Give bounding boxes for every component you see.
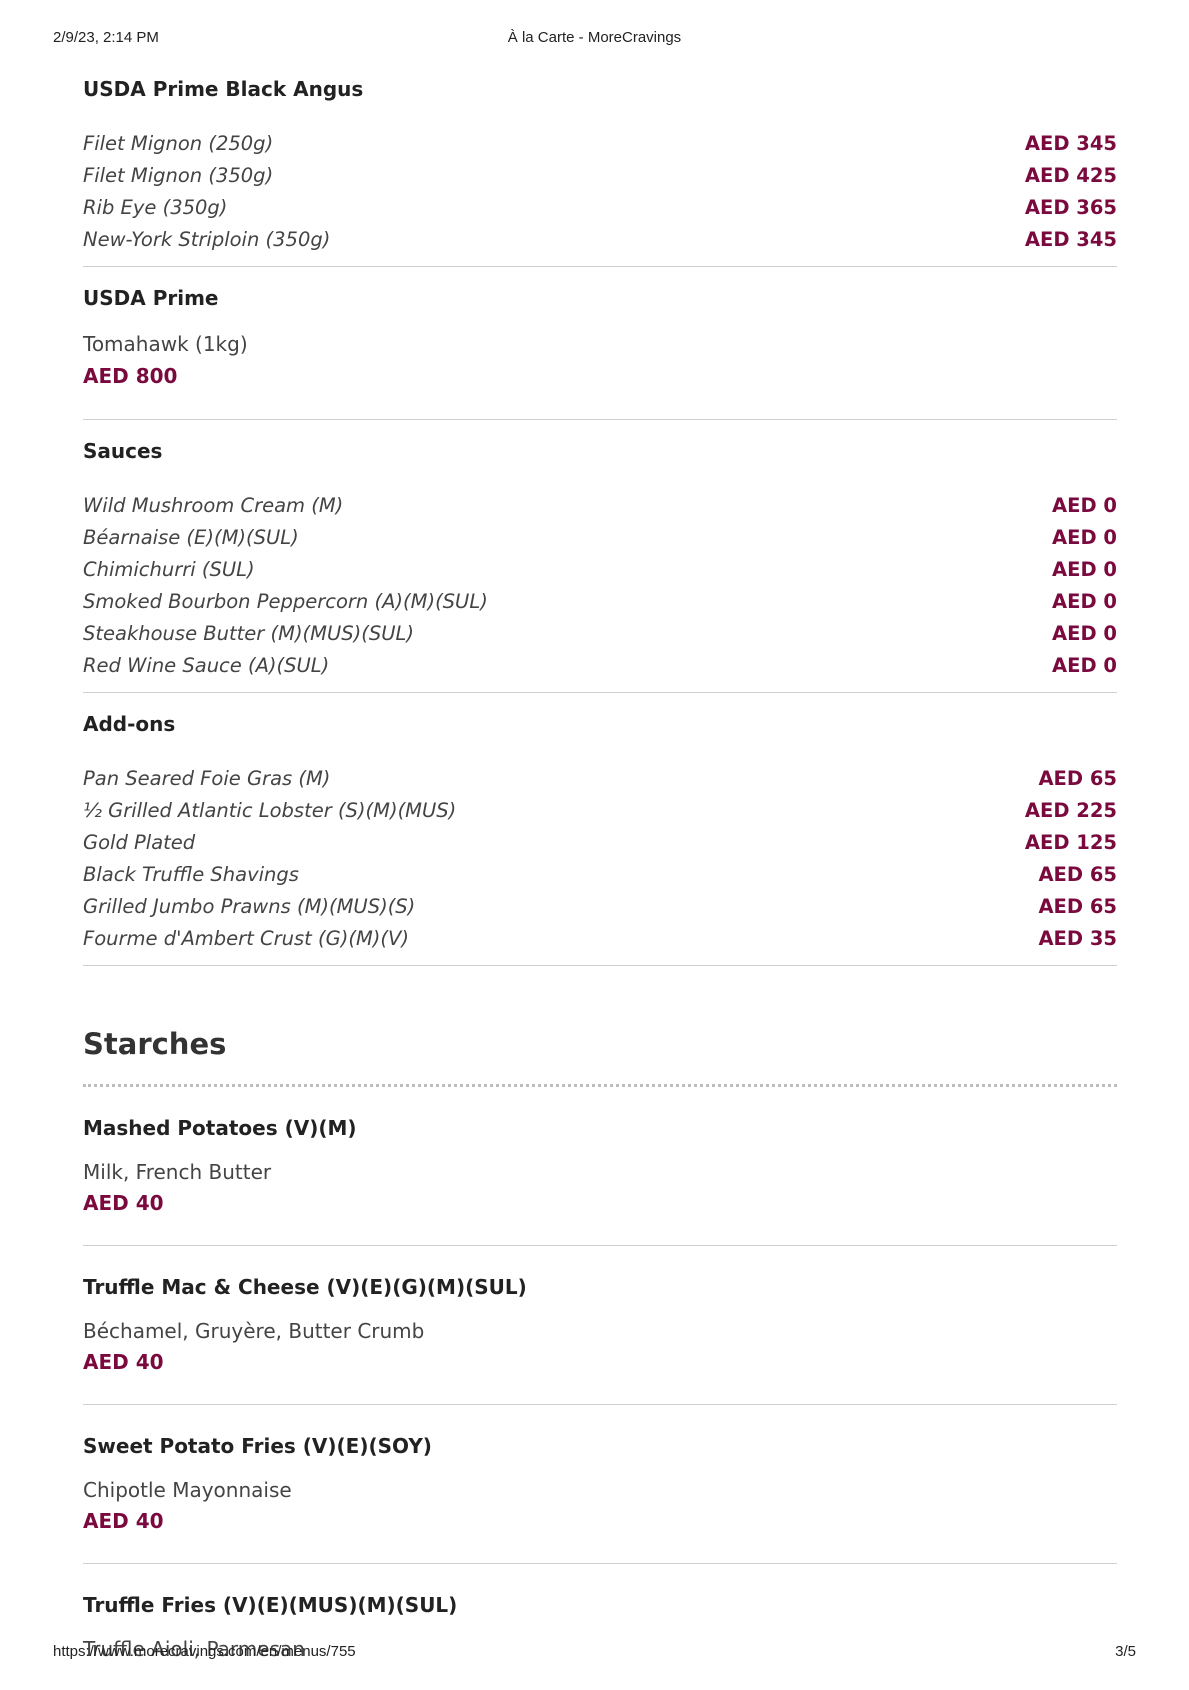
dish-description: Béchamel, Gruyère, Butter Crumb	[83, 1319, 425, 1343]
menu-item: Grilled Jumbo Prawns (M)(MUS)(S) AED 65	[83, 891, 1117, 923]
menu-item: Filet Mignon (250g) AED 345	[83, 128, 1117, 160]
page-number: 3/5	[1115, 1643, 1136, 1660]
item-price: AED 65	[1038, 767, 1117, 790]
section-title: Add-ons	[83, 712, 176, 736]
item-price: AED 65	[1038, 863, 1117, 886]
item-description: Tomahawk (1kg)	[83, 332, 248, 356]
item-price: AED 0	[1052, 494, 1117, 517]
section-title: USDA Prime Black Angus	[83, 77, 364, 101]
menu-section-sauces: Sauces Wild Mushroom Cream (M) AED 0 Béar…	[83, 420, 1117, 693]
menu-item: Smoked Bourbon Peppercorn (A)(M)(SUL) AED…	[83, 586, 1117, 618]
dish-price: AED 40	[83, 1509, 164, 1533]
item-price: AED 0	[1052, 558, 1117, 581]
dish-name: Sweet Potato Fries (V)(E)(SOY)	[83, 1434, 432, 1458]
menu-section-black-angus: USDA Prime Black Angus Filet Mignon (250…	[83, 58, 1117, 267]
item-price: AED 800	[83, 364, 178, 388]
menu-item: Wild Mushroom Cream (M) AED 0	[83, 490, 1117, 522]
print-header: 2/9/23, 2:14 PM À la Carte - MoreCraving…	[53, 29, 1136, 49]
menu-content: USDA Prime Black Angus Filet Mignon (250…	[83, 58, 1117, 1690]
item-list: Pan Seared Foie Gras (M) AED 65 ½ Grilled…	[83, 737, 1117, 965]
dish-card: Truffle Fries (V)(E)(MUS)(M)(SUL) Truffl…	[83, 1564, 1117, 1690]
dish-name: Mashed Potatoes (V)(M)	[83, 1116, 357, 1140]
menu-item: Gold Plated AED 125	[83, 827, 1117, 859]
section-title: Sauces	[83, 439, 163, 463]
dish-card: Truffle Mac & Cheese (V)(E)(G)(M)(SUL) B…	[83, 1246, 1117, 1405]
item-name: Gold Plated	[83, 831, 196, 854]
menu-item: Rib Eye (350g) AED 365	[83, 192, 1117, 224]
item-name: Steakhouse Butter (M)(MUS)(SUL)	[83, 622, 414, 645]
item-name: Red Wine Sauce (A)(SUL)	[83, 654, 330, 677]
item-list: Wild Mushroom Cream (M) AED 0 Béarnaise (…	[83, 464, 1117, 692]
item-list: Filet Mignon (250g) AED 345 Filet Mignon …	[83, 102, 1117, 266]
print-footer: https://www.morecravings.com/en/menus/75…	[53, 1643, 1136, 1663]
menu-item: Red Wine Sauce (A)(SUL) AED 0	[83, 650, 1117, 682]
menu-item: Filet Mignon (350g) AED 425	[83, 160, 1117, 192]
dish-description: Chipotle Mayonnaise	[83, 1478, 292, 1502]
dish-name: Truffle Mac & Cheese (V)(E)(G)(M)(SUL)	[83, 1275, 527, 1299]
item-price: AED 65	[1038, 895, 1117, 918]
item-price: AED 0	[1052, 526, 1117, 549]
item-price: AED 365	[1024, 196, 1117, 219]
menu-section-usda-prime: USDA Prime Tomahawk (1kg) AED 800	[83, 267, 1117, 420]
category-title: Starches	[83, 966, 1117, 1087]
item-name: Filet Mignon (350g)	[83, 164, 274, 187]
section-title: USDA Prime	[83, 286, 219, 310]
item-price: AED 0	[1052, 622, 1117, 645]
menu-item: New-York Striploin (350g) AED 345	[83, 224, 1117, 256]
item-name: Grilled Jumbo Prawns (M)(MUS)(S)	[83, 895, 416, 918]
dish-list: Mashed Potatoes (V)(M) Milk, French Butt…	[83, 1087, 1117, 1690]
dish-name: Truffle Fries (V)(E)(MUS)(M)(SUL)	[83, 1593, 458, 1617]
print-url: https://www.morecravings.com/en/menus/75…	[53, 1643, 356, 1660]
dish-description: Milk, French Butter	[83, 1160, 272, 1184]
item-price: AED 35	[1038, 927, 1117, 950]
item-price: AED 0	[1052, 654, 1117, 677]
dish-card: Sweet Potato Fries (V)(E)(SOY) Chipotle …	[83, 1405, 1117, 1564]
menu-item: Fourme d'Ambert Crust (G)(M)(V) AED 35	[83, 923, 1117, 955]
item-name: Filet Mignon (250g)	[83, 132, 274, 155]
item-price: AED 345	[1024, 132, 1117, 155]
item-name: Chimichurri (SUL)	[83, 558, 255, 581]
menu-section-add-ons: Add-ons Pan Seared Foie Gras (M) AED 65 ½…	[83, 693, 1117, 966]
item-name: Rib Eye (350g)	[83, 196, 228, 219]
menu-item: Béarnaise (E)(M)(SUL) AED 0	[83, 522, 1117, 554]
menu-item: Pan Seared Foie Gras (M) AED 65	[83, 763, 1117, 795]
item-name: Black Truffle Shavings	[83, 863, 299, 886]
item-price: AED 125	[1024, 831, 1117, 854]
item-name: Fourme d'Ambert Crust (G)(M)(V)	[83, 927, 409, 950]
item-price: AED 225	[1024, 799, 1117, 822]
dish-price: AED 40	[83, 1350, 164, 1374]
item-name: Smoked Bourbon Peppercorn (A)(M)(SUL)	[83, 590, 488, 613]
item-price: AED 345	[1024, 228, 1117, 251]
item-price: AED 0	[1052, 590, 1117, 613]
dish-card: Mashed Potatoes (V)(M) Milk, French Butt…	[83, 1087, 1117, 1246]
menu-item: ½ Grilled Atlantic Lobster (S)(M)(MUS) AE…	[83, 795, 1117, 827]
item-name: ½ Grilled Atlantic Lobster (S)(M)(MUS)	[83, 799, 457, 822]
item-name: Wild Mushroom Cream (M)	[83, 494, 344, 517]
item-name: Pan Seared Foie Gras (M)	[83, 767, 331, 790]
menu-item: Chimichurri (SUL) AED 0	[83, 554, 1117, 586]
item-name: New-York Striploin (350g)	[83, 228, 331, 251]
item-name: Béarnaise (E)(M)(SUL)	[83, 526, 299, 549]
dish-price: AED 40	[83, 1191, 164, 1215]
menu-item: Black Truffle Shavings AED 65	[83, 859, 1117, 891]
print-page-title: À la Carte - MoreCravings	[507, 29, 682, 46]
item-price: AED 425	[1024, 164, 1117, 187]
menu-item: Steakhouse Butter (M)(MUS)(SUL) AED 0	[83, 618, 1117, 650]
